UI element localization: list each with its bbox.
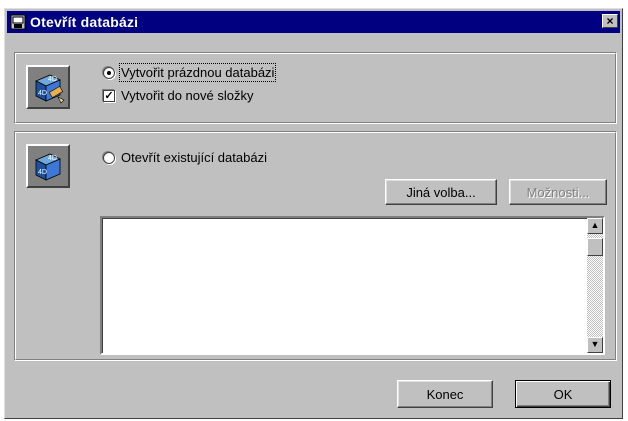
title-bar[interactable]: Otevřít databázi ×: [7, 11, 620, 33]
window-title: Otevřít databázi: [30, 14, 139, 30]
new-folder-label: Vytvořit do nové složky: [121, 88, 254, 103]
options-button[interactable]: Možnosti...: [509, 179, 607, 205]
open-existing-radio[interactable]: [103, 151, 115, 164]
database-list[interactable]: ▲ ▼: [100, 216, 605, 355]
create-empty-radio[interactable]: [103, 66, 115, 79]
svg-text:4D: 4D: [38, 90, 47, 97]
new-folder-checkbox-option[interactable]: ✓ Vytvořit do nové složky: [103, 88, 253, 103]
svg-text:4D: 4D: [38, 169, 47, 176]
open-existing-radio-option[interactable]: Otevřít existující databázi: [103, 150, 267, 165]
list-scrollbar[interactable]: ▲ ▼: [587, 218, 603, 353]
create-database-group: 4D 4D Vytvořit prázdnou databázi ✓ Vytvo…: [14, 52, 617, 124]
open-database-dialog: Otevřít databázi × 4D 4D Vytvořit prázdn…: [4, 8, 623, 419]
database-app-icon: [10, 14, 26, 30]
create-empty-label: Vytvořit prázdnou databázi: [118, 63, 277, 82]
open-existing-label: Otevřít existující databázi: [121, 150, 267, 165]
svg-text:4D: 4D: [48, 76, 57, 83]
create-empty-radio-option[interactable]: Vytvořit prázdnou databázi: [103, 63, 277, 82]
new-folder-checkbox[interactable]: ✓: [103, 89, 115, 102]
other-choice-button[interactable]: Jiná volba...: [385, 179, 497, 205]
scroll-up-icon[interactable]: ▲: [587, 218, 603, 234]
existing-database-icon: 4D 4D: [26, 144, 70, 188]
open-database-group: 4D 4D Otevřít existující databázi Jiná v…: [14, 131, 617, 361]
new-database-icon: 4D 4D: [26, 65, 70, 109]
scroll-down-icon[interactable]: ▼: [587, 337, 603, 353]
ok-button[interactable]: OK: [515, 380, 611, 408]
svg-text:4D: 4D: [48, 155, 57, 162]
close-button[interactable]: ×: [602, 14, 618, 28]
scroll-thumb[interactable]: [587, 238, 603, 256]
end-button[interactable]: Konec: [397, 380, 493, 408]
